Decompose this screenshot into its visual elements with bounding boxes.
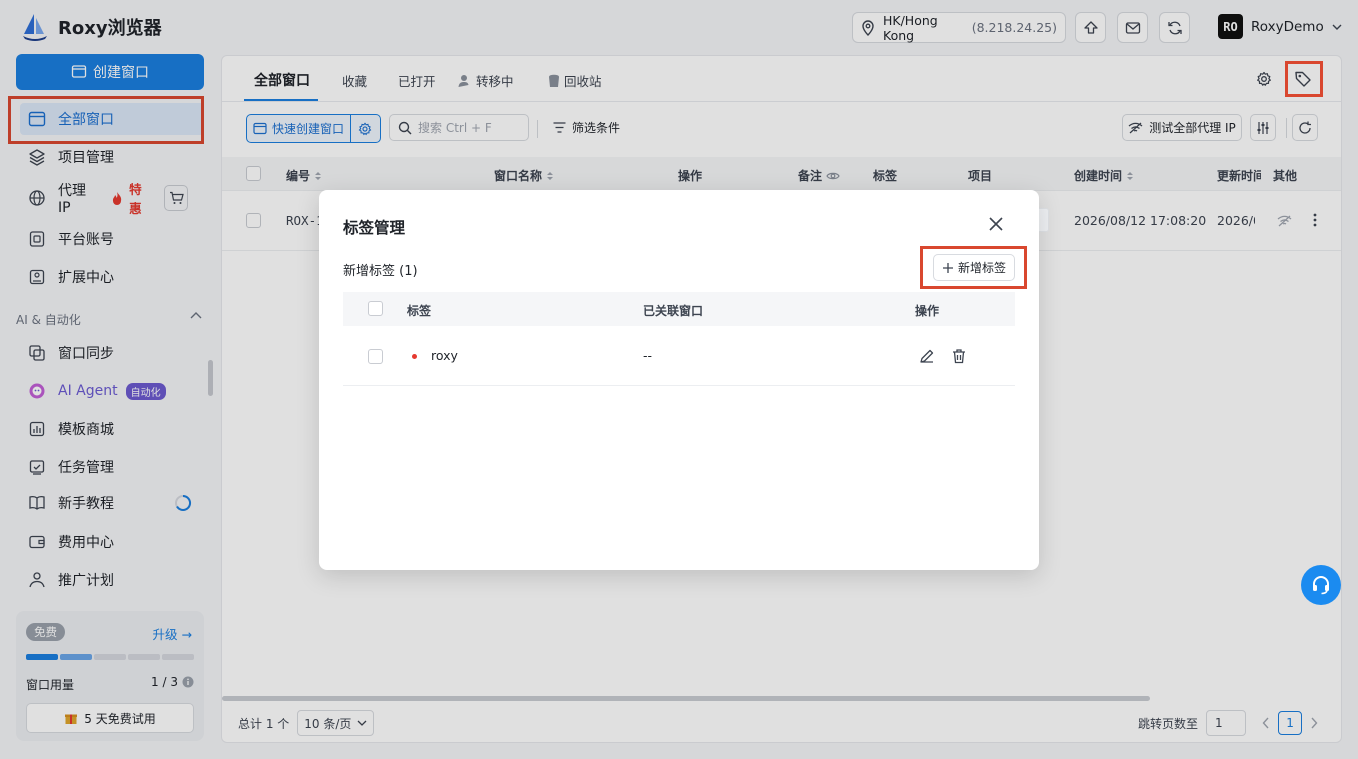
column-header: 操作 <box>915 304 940 318</box>
modal-title: 标签管理 <box>343 219 406 237</box>
support-button[interactable] <box>1301 565 1341 605</box>
delete-icon[interactable] <box>951 348 967 364</box>
tag-table-header: 标签 已关联窗口 操作 <box>343 292 1015 326</box>
column-header: 标签 <box>407 304 432 318</box>
close-icon[interactable] <box>987 215 1005 233</box>
plus-icon <box>942 262 954 274</box>
add-tag-button[interactable]: 新增标签 <box>933 254 1015 281</box>
edit-icon[interactable] <box>919 348 935 364</box>
tag-management-modal: 标签管理 新增标签 (1) 新增标签 标签 已关联窗口 操作 roxy -- <box>319 190 1039 570</box>
tag-row[interactable]: roxy -- <box>343 326 1015 386</box>
modal-subtitle: 新增标签 (1) <box>343 264 418 279</box>
headset-icon <box>1310 574 1332 596</box>
row-checkbox[interactable] <box>368 349 383 364</box>
tag-color-dot <box>412 354 417 359</box>
tag-name: roxy <box>431 348 458 363</box>
select-all-checkbox[interactable] <box>368 301 383 316</box>
column-header: 已关联窗口 <box>643 304 704 318</box>
linked-windows: -- <box>643 348 653 363</box>
add-tag-label: 新增标签 <box>957 261 1006 275</box>
